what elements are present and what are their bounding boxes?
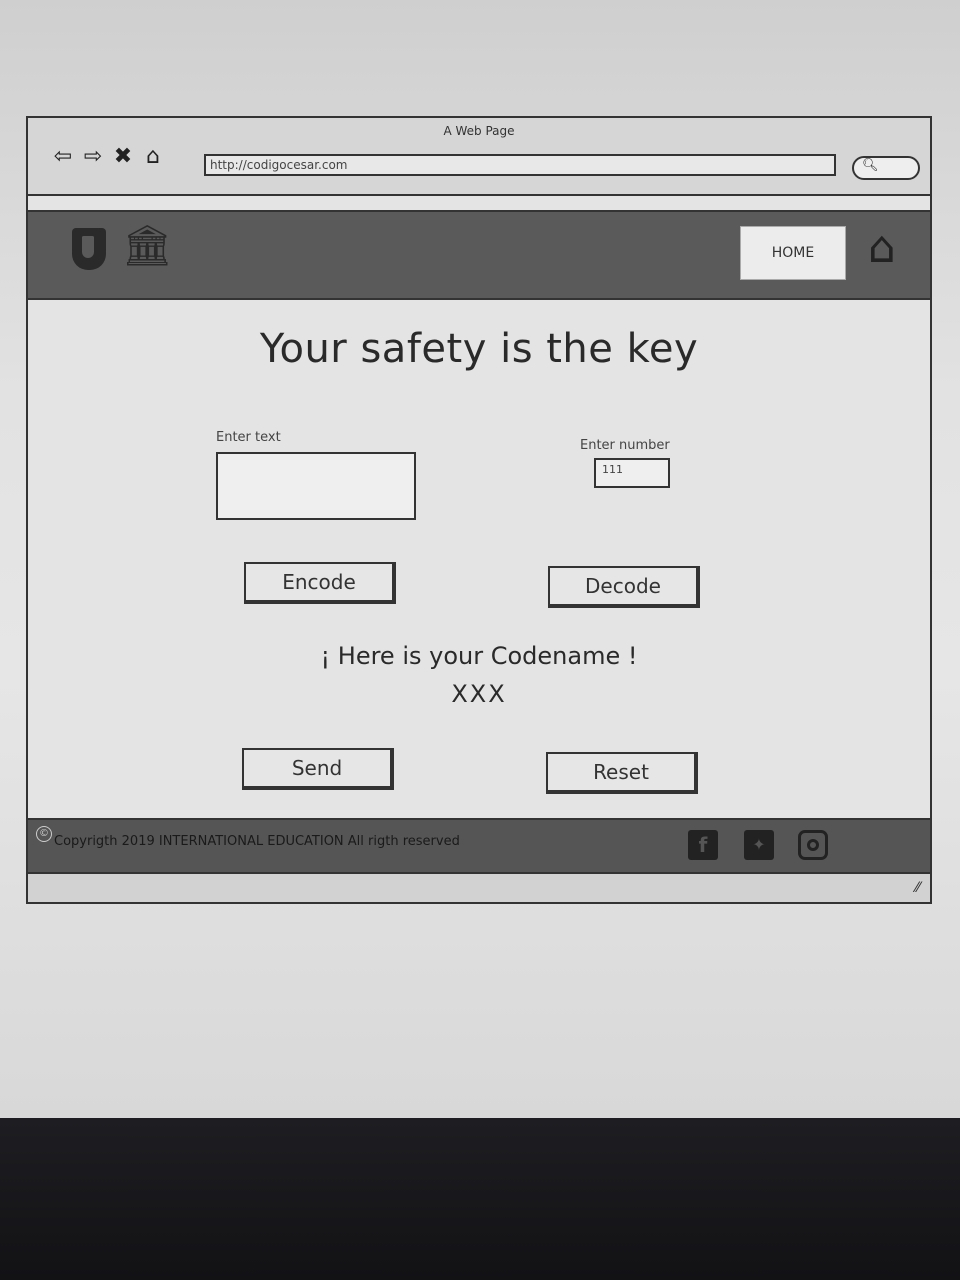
site-header: 🏛︎ HOME ⌂	[28, 210, 930, 300]
send-button[interactable]: Send	[242, 748, 394, 790]
house-icon[interactable]: ⌂	[868, 226, 896, 270]
search-field[interactable]: 🔍︎	[852, 156, 920, 180]
twitter-icon[interactable]: ✦	[744, 830, 774, 860]
url-bar[interactable]: http://codigocesar.com	[204, 154, 836, 176]
decode-button[interactable]: Decode	[548, 566, 700, 608]
home-button[interactable]: HOME	[740, 226, 846, 280]
instagram-icon[interactable]	[798, 830, 828, 860]
browser-statusbar: ⁄⁄	[28, 872, 930, 902]
nav-controls: ⇦ ⇨ ✖ ⌂	[50, 144, 166, 169]
encode-button[interactable]: Encode	[244, 562, 396, 604]
home-outline-icon[interactable]: ⌂	[140, 144, 166, 169]
arrow-right-icon[interactable]: ⇨	[80, 144, 106, 169]
site-footer: © Copyrigth 2019 INTERNATIONAL EDUCATION…	[28, 818, 930, 872]
bank-icon: 🏛︎	[122, 223, 173, 269]
text-input[interactable]	[216, 452, 416, 520]
copyright-icon: ©	[36, 826, 52, 842]
page-title: Your safety is the key	[259, 326, 699, 372]
reset-button[interactable]: Reset	[546, 752, 698, 794]
text-field-label: Enter text	[216, 430, 281, 445]
monitor-bezel	[0, 1118, 960, 1280]
browser-titlebar: A Web Page ⇦ ⇨ ✖ ⌂ http://codigocesar.co…	[28, 118, 930, 196]
number-input[interactable]: 111	[594, 458, 670, 488]
codename-label: ¡ Here is your Codename !	[320, 642, 638, 670]
browser-window: A Web Page ⇦ ⇨ ✖ ⌂ http://codigocesar.co…	[26, 116, 932, 904]
close-icon[interactable]: ✖	[110, 144, 136, 169]
resize-grip-icon[interactable]: ⁄⁄	[915, 880, 920, 896]
main-content: Your safety is the key Enter text Enter …	[28, 300, 930, 816]
facebook-icon[interactable]: f	[688, 830, 718, 860]
number-field-label: Enter number	[580, 438, 670, 453]
arrow-left-icon[interactable]: ⇦	[50, 144, 76, 169]
copyright-text: Copyrigth 2019 INTERNATIONAL EDUCATION A…	[54, 834, 460, 849]
window-title: A Web Page	[443, 124, 515, 138]
codename-value: XXX	[451, 680, 507, 708]
search-icon: 🔍︎	[862, 158, 879, 173]
shield-icon	[72, 228, 106, 270]
